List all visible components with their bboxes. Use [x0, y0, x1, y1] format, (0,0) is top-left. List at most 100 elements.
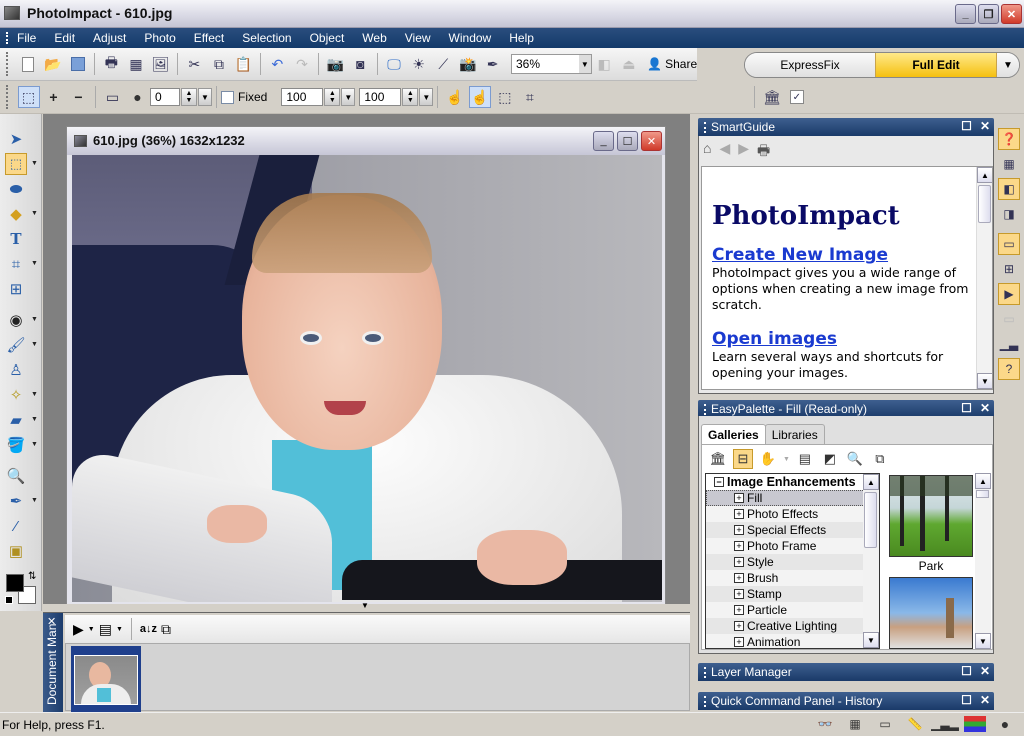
tree-item[interactable]: + Style: [706, 554, 879, 570]
expand-icon[interactable]: +: [734, 637, 744, 647]
edit-icon[interactable]: ◩: [820, 449, 840, 469]
view-mode-icon[interactable]: ▤: [99, 621, 112, 638]
chevron-down-icon[interactable]: ▼: [88, 626, 95, 633]
expand-icon[interactable]: +: [734, 557, 744, 567]
menu-grip[interactable]: [6, 32, 9, 44]
scroll-down-icon[interactable]: ▼: [975, 633, 991, 649]
frame-icon[interactable]: ▭: [874, 716, 896, 732]
scroll-up-icon[interactable]: ▲: [975, 473, 991, 489]
home-icon[interactable]: ⌂: [703, 140, 711, 164]
tree-item[interactable]: + Photo Frame: [706, 538, 879, 554]
camera-import-button[interactable]: 📸: [457, 53, 479, 75]
tree-item[interactable]: + Special Effects: [706, 522, 879, 538]
back-icon[interactable]: ◀: [719, 140, 730, 164]
photo-print-button[interactable]: 🖼: [150, 53, 172, 75]
maximize-icon[interactable]: ☐: [961, 693, 972, 707]
full-edit-mode-button[interactable]: Full Edit: [875, 53, 997, 77]
menu-selection[interactable]: Selection: [242, 31, 291, 45]
layer-manager-header[interactable]: Layer Manager ☐ ✕: [698, 663, 994, 681]
tree-view-icon[interactable]: ⊟: [733, 449, 753, 469]
subtract-selection-button[interactable]: −: [68, 86, 90, 108]
tree-item[interactable]: + Creative Lighting: [706, 618, 879, 634]
histogram-toggle-icon[interactable]: ▁▃: [998, 333, 1020, 355]
height-input[interactable]: 100: [359, 88, 402, 106]
soft-edge-spinner[interactable]: ▲ ▼: [181, 88, 197, 106]
copy-button[interactable]: ⧉: [208, 53, 230, 75]
toolbar-grip[interactable]: [6, 52, 10, 76]
selection-pointer-button[interactable]: ⬚: [494, 86, 516, 108]
expand-icon[interactable]: +: [734, 589, 744, 599]
document-manager-tab[interactable]: ✕ Document Man: [43, 613, 63, 713]
save-button[interactable]: [67, 53, 89, 75]
color-picker-button[interactable]: ✒: [482, 53, 504, 75]
menu-effect[interactable]: Effect: [194, 31, 224, 45]
swap-colors-icon[interactable]: ⇅: [28, 571, 36, 582]
chevron-down-icon[interactable]: ▼: [31, 160, 38, 167]
zoom-combo[interactable]: 36% ▼: [510, 54, 592, 74]
chevron-down-icon[interactable]: ▼: [578, 55, 591, 73]
splitter[interactable]: ▼: [43, 601, 690, 612]
menu-edit[interactable]: Edit: [54, 31, 75, 45]
height-spinner[interactable]: ▲ ▼: [402, 88, 419, 106]
scrollbar-thumb[interactable]: [976, 490, 989, 498]
chevron-down-icon[interactable]: ▼: [31, 341, 38, 348]
chevron-down-icon[interactable]: ▼: [31, 210, 38, 217]
tab-galleries[interactable]: Galleries: [701, 424, 766, 444]
gallery-item-park[interactable]: [889, 475, 973, 557]
capture-button[interactable]: ◙: [349, 53, 371, 75]
tree-item[interactable]: + Photo Effects: [706, 506, 879, 522]
smartguide-scrollbar[interactable]: ▲ ▼: [976, 167, 992, 389]
chevron-down-icon[interactable]: ▼: [31, 441, 38, 448]
collapse-arrow-icon[interactable]: ▼: [361, 601, 369, 610]
close-icon[interactable]: ✕: [980, 119, 990, 133]
close-icon[interactable]: ✕: [980, 693, 990, 707]
menu-object[interactable]: Object: [310, 31, 345, 45]
height-dropdown[interactable]: ▼: [419, 88, 434, 106]
grid-icon[interactable]: ▦: [844, 716, 866, 732]
tree-item[interactable]: + Stamp: [706, 586, 879, 602]
antialias-button[interactable]: ●: [127, 86, 149, 108]
expand-icon[interactable]: +: [734, 493, 744, 503]
eraser-tool[interactable]: ▰: [5, 409, 27, 431]
info-icon[interactable]: ●: [994, 716, 1016, 732]
transform-tool[interactable]: ⊞: [5, 278, 27, 300]
scroll-down-icon[interactable]: ▼: [863, 632, 879, 648]
soft-edge-input[interactable]: 0: [150, 88, 180, 106]
menu-adjust[interactable]: Adjust: [93, 31, 126, 45]
chevron-down-icon[interactable]: ▼: [31, 391, 38, 398]
tone-map-button[interactable]: ⟋: [432, 53, 454, 75]
tree-item[interactable]: + Animation: [706, 634, 879, 648]
arrange-windows-icon[interactable]: ⧉: [161, 621, 171, 638]
panel-grip[interactable]: [704, 666, 706, 678]
print-icon[interactable]: 🖶: [757, 140, 770, 164]
toolbar-grip[interactable]: [6, 85, 10, 109]
tree-root[interactable]: − Image Enhancements: [706, 474, 879, 490]
doc-close-button[interactable]: ✕: [641, 131, 662, 151]
tree-scrollbar[interactable]: ▲ ▼: [863, 474, 879, 648]
fixed-checkbox[interactable]: [221, 90, 234, 104]
width-input[interactable]: 100: [281, 88, 324, 106]
shape-tool[interactable]: ◆: [5, 203, 27, 225]
path-tool[interactable]: ⁄: [5, 515, 27, 537]
scroll-up-icon[interactable]: ▲: [863, 474, 879, 490]
help-toggle-icon[interactable]: ?: [998, 358, 1020, 380]
expand-icon[interactable]: +: [734, 525, 744, 535]
open-button[interactable]: 📂: [42, 53, 64, 75]
color-panel-toggle-icon[interactable]: ⊞: [998, 258, 1020, 280]
maximize-icon[interactable]: ☐: [961, 119, 972, 133]
object-paint-tool[interactable]: ▣: [5, 540, 27, 562]
panel-grip[interactable]: [704, 403, 706, 415]
cut-button[interactable]: ✂: [183, 53, 205, 75]
search-icon[interactable]: 🔍: [845, 449, 865, 469]
import-button[interactable]: 🏛: [761, 86, 783, 108]
panel-grip[interactable]: [704, 695, 706, 707]
width-spinner[interactable]: ▲ ▼: [324, 88, 341, 106]
doc-maximize-button[interactable]: ☐: [617, 131, 638, 151]
gallery-item-town[interactable]: [889, 577, 973, 649]
document-thumbnail[interactable]: [71, 646, 141, 712]
select-object-button[interactable]: ☝: [444, 86, 466, 108]
document-titlebar[interactable]: 610.jpg (36%) 1632x1232 _ ☐ ✕: [67, 127, 665, 155]
expressfix-mode-button[interactable]: ExpressFix: [745, 53, 875, 77]
forward-icon[interactable]: ▶: [738, 140, 749, 164]
minimize-button[interactable]: _: [955, 4, 976, 24]
